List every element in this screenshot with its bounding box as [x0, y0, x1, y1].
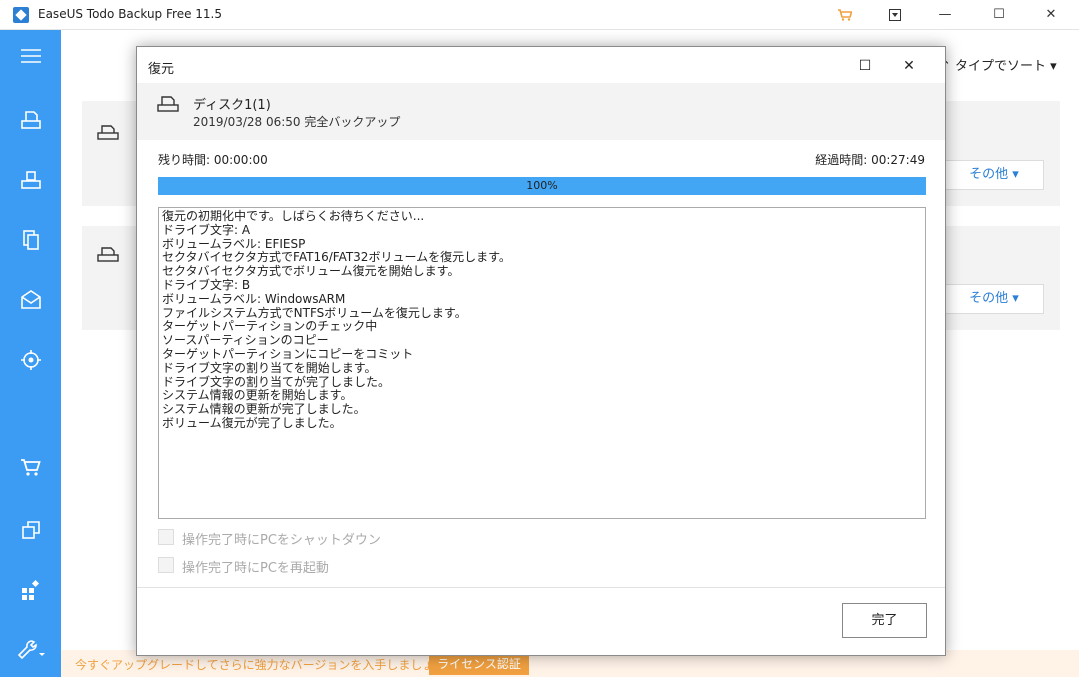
dialog-title: 復元 [148, 62, 175, 77]
file-backup-icon[interactable] [0, 218, 61, 262]
progress-text: 100% [526, 179, 558, 192]
window-titlebar: EaseUS Todo Backup Free 11.5 — ☐ ✕ [0, 0, 1079, 30]
log-line: ターゲットパーティションにコピーをコミット [162, 346, 414, 361]
done-button[interactable]: 完了 [842, 603, 927, 638]
restore-dialog: 復元 ☐ ✕ ディスク1(1) 2019/03/28 06:50 完全バックアッ… [136, 46, 946, 656]
disk-name: ディスク1(1) [193, 98, 271, 113]
mail-backup-icon[interactable] [0, 278, 61, 322]
dialog-close-button[interactable]: ✕ [889, 53, 929, 79]
log-line: 復元の初期化中です。しばらくお待ちください... [162, 209, 425, 223]
maximize-button[interactable]: ☐ [976, 0, 1022, 30]
tools-icon[interactable] [0, 628, 61, 672]
disk-backup-icon[interactable] [0, 98, 61, 142]
system-backup-icon[interactable] [0, 158, 61, 202]
progress-bar: 100% [158, 177, 926, 195]
other-button[interactable]: その他 ▾ [944, 160, 1044, 190]
disk-icon [97, 124, 119, 140]
divider [137, 587, 945, 588]
log-line: ターゲットパーティションのチェック中 [162, 319, 378, 334]
app-logo-icon [13, 7, 29, 23]
log-line: ドライブ文字: B [162, 277, 251, 292]
log-line: セクタバイセクタ方式でボリューム復元を開始します。 [162, 264, 460, 279]
dropdown-icon[interactable] [872, 0, 918, 30]
apps-icon[interactable] [0, 568, 61, 612]
elapsed-time: 経過時間: 00:27:49 [815, 153, 925, 167]
disk-icon [157, 95, 179, 116]
log-line: システム情報の更新が完了しました。 [162, 402, 366, 417]
upgrade-text: 今すぐアップグレードしてさらに強力なバージョンを入手しましょう。 [75, 658, 458, 672]
clone-icon[interactable] [0, 508, 61, 552]
menu-icon[interactable] [0, 38, 61, 82]
backup-info: 2019/03/28 06:50 完全バックアップ [193, 115, 401, 129]
shutdown-label: 操作完了時にPCをシャットダウン [182, 533, 381, 548]
restart-label: 操作完了時にPCを再起動 [182, 561, 329, 576]
operation-log[interactable]: 復元の初期化中です。しばらくお待ちください... ドライブ文字: A ボリュームラベ… [158, 207, 926, 519]
app-title: EaseUS Todo Backup Free 11.5 [38, 7, 222, 21]
log-line: ボリュームラベル: WindowsARM [162, 291, 346, 306]
shop-icon[interactable] [0, 448, 61, 492]
restart-checkbox[interactable] [158, 557, 174, 573]
log-line: ソースパーティションのコピー [162, 333, 329, 348]
log-line: ボリューム復元が完了しました。 [162, 415, 342, 430]
remaining-time: 残り時間: 00:00:00 [158, 153, 268, 167]
cart-icon[interactable] [822, 0, 868, 30]
dialog-maximize-button[interactable]: ☐ [845, 53, 885, 79]
log-line: ドライブ文字の割り当てを開始します。 [162, 360, 377, 375]
sidebar [0, 30, 61, 677]
smart-backup-icon[interactable] [0, 338, 61, 382]
log-line: ドライブ文字: A [162, 222, 251, 237]
license-activation-button[interactable]: ライセンス認証 [429, 653, 529, 675]
disk-icon [97, 246, 119, 262]
other-button[interactable]: その他 ▾ [944, 284, 1044, 314]
close-button[interactable]: ✕ [1028, 0, 1074, 30]
shutdown-checkbox[interactable] [158, 529, 174, 545]
minimize-button[interactable]: — [922, 0, 968, 30]
sort-by-type-button[interactable]: ↑ タイプでソート ▾ [940, 55, 1057, 74]
